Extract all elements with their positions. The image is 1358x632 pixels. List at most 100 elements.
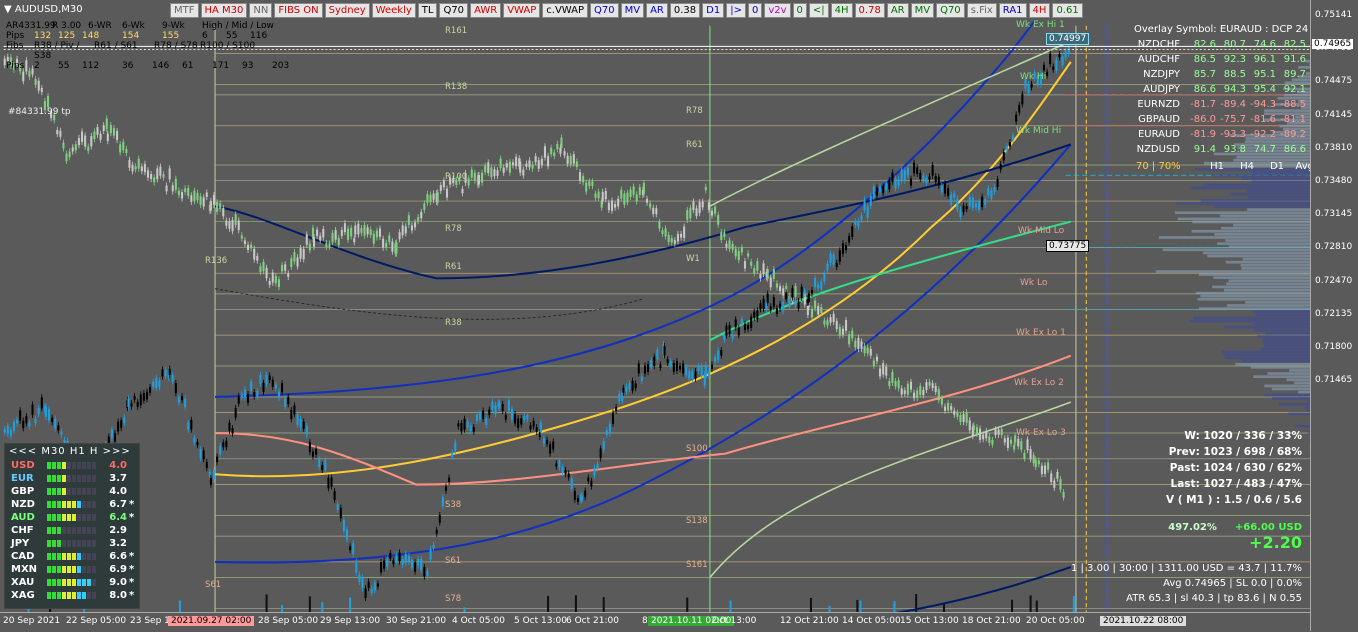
toolbar-button-6[interactable]: TL <box>417 3 438 18</box>
candle-body <box>234 408 237 418</box>
candle-body <box>505 163 508 168</box>
toolbar-button-5[interactable]: Weekly <box>371 3 416 18</box>
strength-header[interactable]: <<< M30 H1 H >>> <box>5 444 139 459</box>
candle-body <box>1003 438 1006 443</box>
week-level-label: Wk Lo <box>1020 278 1048 288</box>
toolbar-button-29[interactable]: 0.61 <box>1052 3 1083 18</box>
candle-body <box>349 546 352 551</box>
candle-body <box>803 290 806 295</box>
toolbar-button-22[interactable]: 0.78 <box>854 3 885 18</box>
toolbar-button-11[interactable]: Q70 <box>590 3 619 18</box>
candle-body <box>529 425 532 430</box>
candle-body <box>573 490 576 500</box>
overlay-col-h4: H4 <box>1240 161 1254 172</box>
candle-body <box>324 459 327 471</box>
info-line4-1: 2 <box>34 61 40 71</box>
candle-body <box>643 365 647 374</box>
toolbar-button-10[interactable]: c.VWAP <box>542 3 588 18</box>
candle-body <box>1012 135 1015 140</box>
candle-body <box>965 412 968 423</box>
candle-body <box>265 267 268 279</box>
candle-body <box>523 416 526 420</box>
time-tick: 2021.09.27 02:00 <box>168 616 255 626</box>
toolbar-button-13[interactable]: AR <box>646 3 668 18</box>
strength-value: 9.0 <box>109 577 127 588</box>
candle-body <box>312 237 316 247</box>
toolbar-button-24[interactable]: MV <box>910 3 935 18</box>
strength-bar <box>47 514 97 521</box>
toolbar-button-0[interactable]: MTF <box>170 3 199 18</box>
candle-body <box>832 313 835 322</box>
toolbar-button-4[interactable]: Sydney <box>324 3 370 18</box>
candle-body <box>90 136 93 147</box>
toolbar-button-27[interactable]: RA1 <box>998 3 1027 18</box>
candle-body <box>561 466 564 473</box>
toolbar-button-1[interactable]: HA M30 <box>200 3 248 18</box>
candle-body <box>87 146 90 151</box>
toolbar-button-3[interactable]: FIBS ON <box>274 3 323 18</box>
candle-body <box>71 147 74 152</box>
toolbar-button-28[interactable]: 4H <box>1028 3 1051 18</box>
fib-level-label: S138 <box>686 516 708 526</box>
candle-body <box>209 477 212 485</box>
overlay-symbol: NZDUSD <box>1136 144 1180 155</box>
toolbar-button-14[interactable]: 0.38 <box>669 3 701 18</box>
candle-body <box>782 288 785 296</box>
candle-body <box>779 303 782 309</box>
candle-body <box>972 425 975 430</box>
toolbar-button-7[interactable]: Q70 <box>439 3 469 18</box>
candle-body <box>311 451 315 457</box>
candle-body <box>950 194 953 205</box>
candle-body <box>451 452 454 458</box>
candle-body <box>903 170 906 181</box>
overlay-value: -93.3 <box>1220 129 1246 140</box>
price-tick: 0.75141 <box>1315 10 1353 20</box>
candle-body <box>318 459 321 467</box>
toolbar-button-16[interactable]: |> <box>726 3 746 18</box>
candle-body <box>885 183 888 191</box>
toolbar-button-18[interactable]: v2v <box>764 3 791 18</box>
candle-body <box>879 186 882 193</box>
candle-body <box>392 560 395 565</box>
candle-body <box>268 280 271 285</box>
info-line3-0: Fibs <box>6 41 24 51</box>
toolbar-button-8[interactable]: AWR <box>470 3 502 18</box>
toolbar-button-20[interactable]: <| <box>808 3 829 18</box>
candle-body <box>564 470 567 475</box>
overlay-panel: Overlay Symbol: EURAUD : DCP 24 NZDCHF 82… <box>1134 24 1314 174</box>
strength-row-jpy: JPY 3.2 <box>5 537 139 550</box>
toolbar-button-12[interactable]: MV <box>620 3 645 18</box>
candle-body <box>161 369 164 377</box>
strength-flag: * <box>129 564 135 575</box>
candle-body <box>466 421 469 428</box>
candle-body <box>673 240 676 244</box>
toolbar-button-23[interactable]: AR <box>886 3 909 18</box>
toolbar-button-15[interactable]: D1 <box>702 3 725 18</box>
candle-body <box>293 405 296 415</box>
footer-line2: Avg 0.74965 | SL 0.0 | 0.0% <box>1163 578 1302 589</box>
candle-body <box>426 570 429 577</box>
toolbar-button-17[interactable]: 0 <box>747 3 763 18</box>
candle-body <box>555 463 558 467</box>
toolbar-button-19[interactable]: 0 <box>792 3 807 18</box>
candle-body <box>817 284 820 289</box>
candle-body <box>347 228 350 240</box>
toolbar-button-9[interactable]: VWAP <box>503 3 541 18</box>
info-line2-0: Pips <box>6 31 25 41</box>
toolbar-button-2[interactable]: NN <box>249 3 273 18</box>
candle-body <box>472 427 475 432</box>
candle-body <box>237 395 240 404</box>
time-tick: 5 Oct 13:00 <box>514 616 567 626</box>
candle-body <box>635 194 638 202</box>
toolbar-button-21[interactable]: 4H <box>830 3 853 18</box>
toolbar-button-25[interactable]: Q70 <box>936 3 965 18</box>
candle-body <box>219 203 222 209</box>
candle-body <box>943 183 947 194</box>
candle-body <box>800 286 803 298</box>
toolbar-button-26[interactable]: s.Fix <box>966 3 997 18</box>
time-axis[interactable]: 20 Sep 2021 22 Sep 05:00 23 Sep 1 2021.09.2… <box>0 612 1310 632</box>
candle-body <box>1008 142 1011 147</box>
price-axis[interactable]: 0.751410.747950.744750.741450.738100.734… <box>1310 0 1358 631</box>
candle-body <box>404 226 407 234</box>
candle-body <box>545 439 549 445</box>
